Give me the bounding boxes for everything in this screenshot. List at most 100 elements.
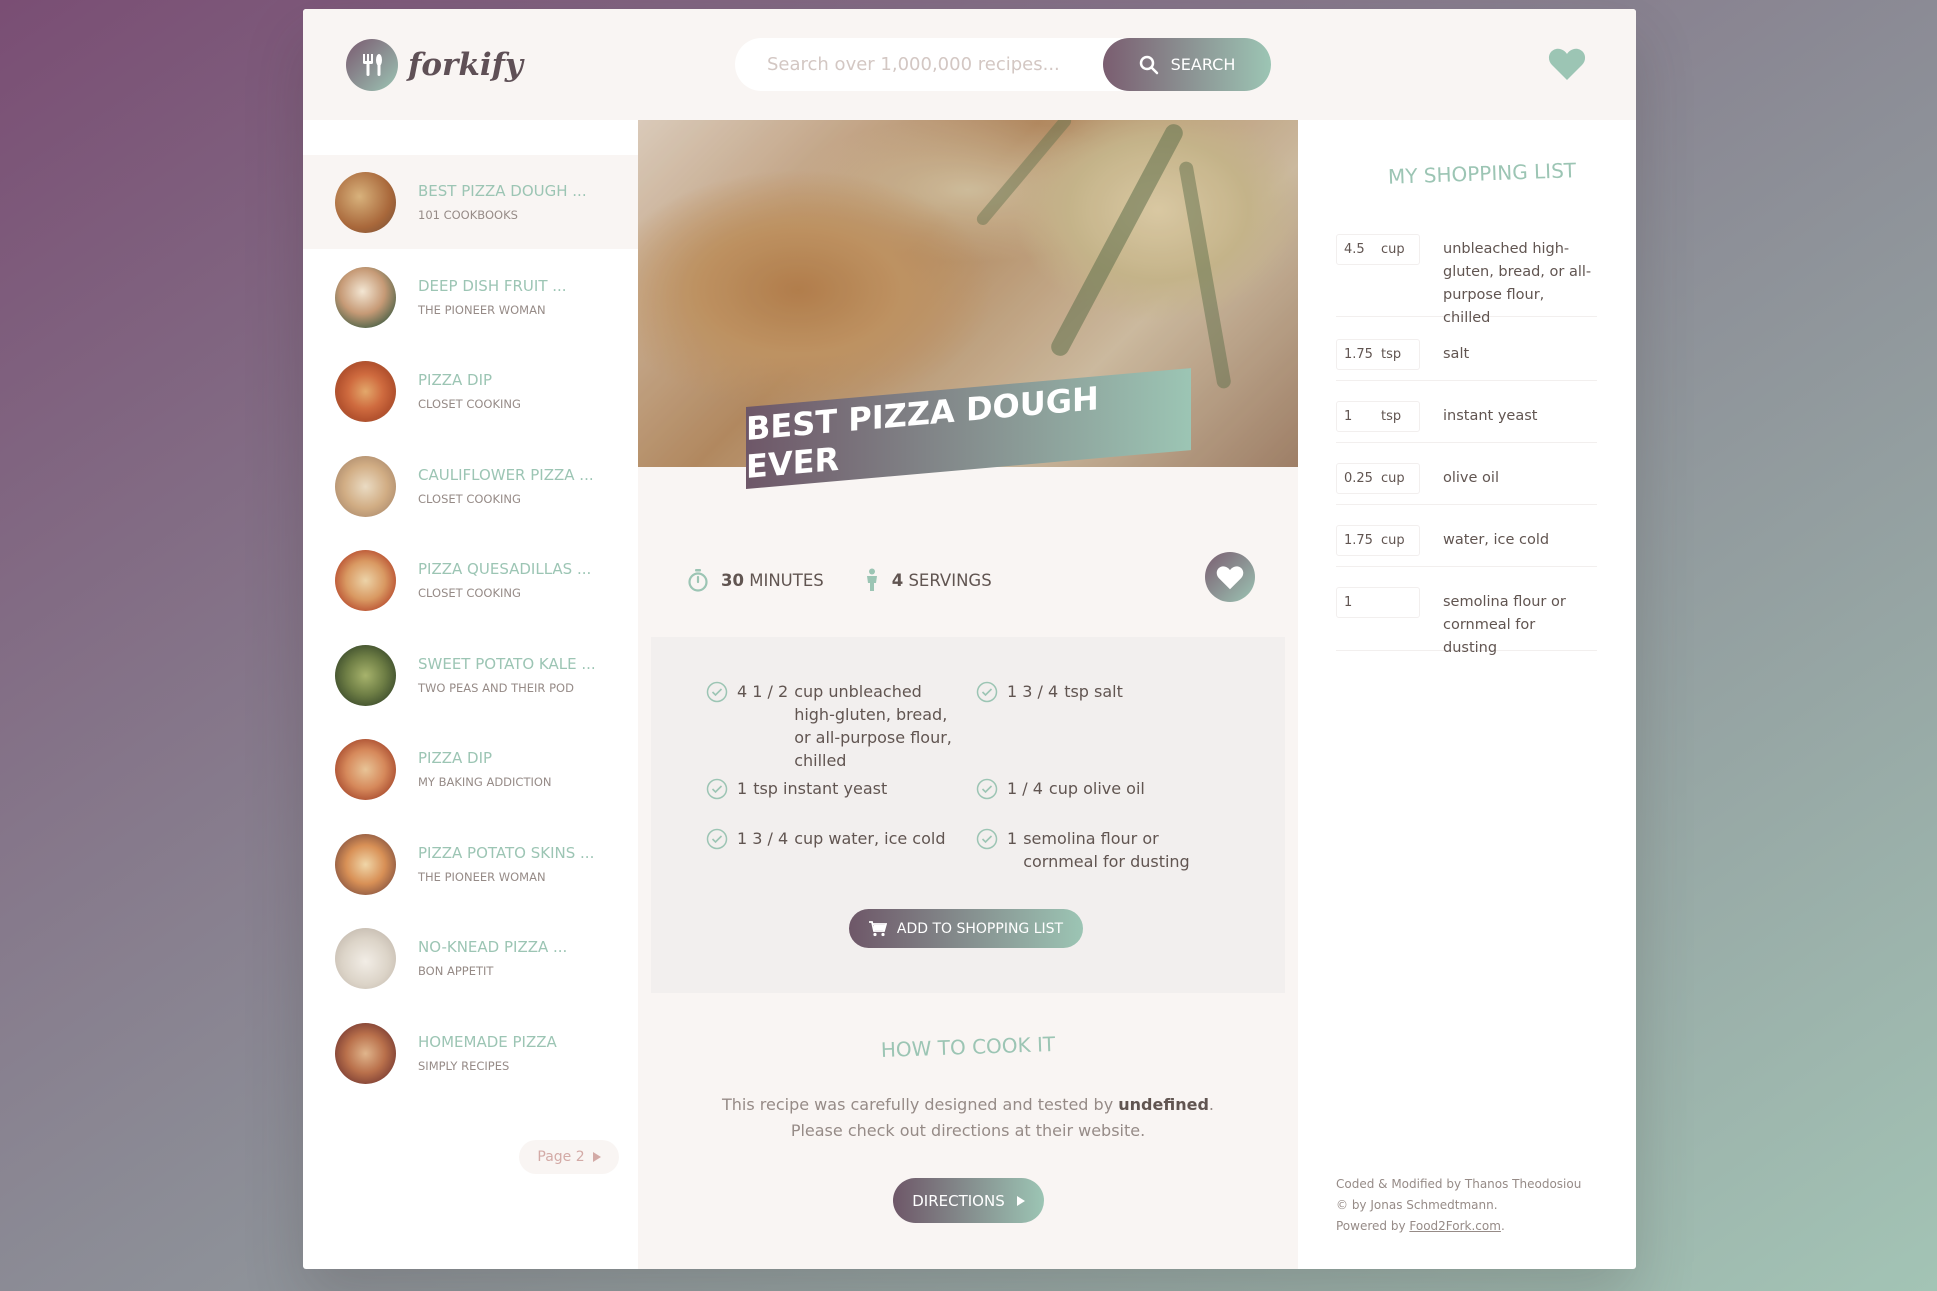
result-thumbnail [335, 927, 396, 989]
directions-text: This recipe was carefully designed and t… [722, 1095, 1214, 1140]
check-circle-icon [976, 681, 998, 703]
shopping-item: tsp salt [1336, 339, 1597, 381]
result-thumbnail [335, 1022, 396, 1084]
search-button-label: SEARCH [1170, 55, 1236, 74]
shopping-item-text: salt [1443, 346, 1470, 362]
cart-icon [868, 920, 887, 936]
result-publisher: 101 COOKBOOKS [418, 208, 518, 222]
likes-heart-icon[interactable] [1548, 47, 1586, 81]
result-item[interactable]: DEEP DISH FRUIT ... THE PIONEER WOMAN [303, 250, 638, 344]
result-title: SWEET POTATO KALE ... [418, 655, 596, 673]
shopping-item-text: unbleached high-gluten, bread, or all-pu… [1443, 241, 1592, 326]
shopping-item-unit: tsp [1381, 409, 1402, 424]
header: forkify SEARCH [303, 9, 1636, 120]
shopping-count-input[interactable] [1337, 533, 1381, 548]
result-thumbnail [335, 738, 396, 800]
copyright-line-2: © by Jonas Schmedtmann. [1336, 1198, 1498, 1212]
shopping-item-unit: tsp [1381, 347, 1402, 362]
next-page-label: Page 2 [537, 1149, 585, 1165]
search-input[interactable] [767, 54, 1087, 75]
shopping-item-count: tsp [1336, 401, 1420, 432]
shopping-item-count: cup [1336, 234, 1420, 265]
stopwatch-icon [688, 569, 708, 592]
result-item[interactable]: HOMEMADE PIZZA SIMPLY RECIPES [303, 1006, 638, 1100]
copyright-line-3: Powered by Food2Fork.com. [1336, 1219, 1505, 1233]
logo[interactable]: forkify [346, 39, 523, 91]
result-title: PIZZA QUESADILLAS ... [418, 560, 592, 578]
recipe-servings-unit: SERVINGS [908, 570, 992, 590]
result-publisher: TWO PEAS AND THEIR POD [418, 681, 574, 695]
recipe-panel: BEST PIZZA DOUGH EVER 30 MINUTES 4 SERVI… [638, 120, 1298, 1269]
like-button[interactable] [1205, 552, 1255, 602]
check-circle-icon [976, 778, 998, 800]
fork-knife-icon [346, 39, 398, 91]
result-title: BEST PIZZA DOUGH ... [418, 182, 587, 200]
shopping-item: cup olive oil [1336, 463, 1597, 505]
result-title: PIZZA POTATO SKINS ... [418, 844, 595, 862]
shopping-item-text: instant yeast [1443, 408, 1538, 424]
shopping-count-input[interactable] [1337, 409, 1381, 424]
result-thumbnail [335, 833, 396, 895]
food2fork-link[interactable]: Food2Fork.com [1409, 1219, 1501, 1233]
directions-button[interactable]: DIRECTIONS [893, 1178, 1044, 1223]
shopping-item-count: tsp [1336, 339, 1420, 370]
shopping-item: cup unbleached high-gluten, bread, or al… [1336, 234, 1597, 326]
triangle-right-icon [1016, 1195, 1025, 1206]
result-thumbnail [335, 455, 396, 517]
result-item[interactable]: PIZZA DIP MY BAKING ADDICTION [303, 722, 638, 816]
shopping-item-unit: cup [1381, 471, 1405, 486]
results-list: BEST PIZZA DOUGH ... 101 COOKBOOKS DEEP … [303, 120, 638, 1269]
ingredient-item: 1 semolina flour or cornmeal for dusting [975, 827, 1193, 873]
ingredient-text: tsp salt [1064, 682, 1123, 701]
result-item[interactable]: PIZZA DIP CLOSET COOKING [303, 344, 638, 438]
shopping-item-count [1336, 587, 1420, 618]
result-item[interactable]: CAULIFLOWER PIZZA ... CLOSET COOKING [303, 439, 638, 533]
result-item[interactable]: PIZZA POTATO SKINS ... THE PIONEER WOMAN [303, 817, 638, 911]
heart-icon [1216, 565, 1244, 589]
result-thumbnail [335, 171, 396, 233]
result-publisher: CLOSET COOKING [418, 586, 521, 600]
shopping-count-input[interactable] [1337, 347, 1381, 362]
triangle-right-icon [592, 1152, 601, 1162]
ingredient-text: tsp instant yeast [753, 779, 888, 798]
result-publisher: THE PIONEER WOMAN [418, 303, 546, 317]
search-icon [1139, 55, 1158, 74]
result-item[interactable]: PIZZA QUESADILLAS ... CLOSET COOKING [303, 533, 638, 627]
recipe-time-value: 30 [721, 570, 744, 590]
search-form: SEARCH [735, 38, 1271, 91]
ingredient-quantity: 1 [737, 779, 748, 798]
directions-button-label: DIRECTIONS [912, 1191, 1005, 1210]
check-circle-icon [976, 828, 998, 850]
ingredient-text: cup unbleached high-gluten, bread, or al… [794, 682, 952, 770]
directions-heading: HOW TO COOK IT [880, 1031, 1056, 1063]
ingredient-item: 4 1 / 2 cup unbleached high-gluten, brea… [705, 680, 964, 772]
result-item[interactable]: BEST PIZZA DOUGH ... 101 COOKBOOKS [303, 155, 638, 249]
shopping-count-input[interactable] [1337, 242, 1381, 257]
copyright: Coded & Modified by Thanos Theodosiou © … [1336, 1174, 1581, 1237]
result-thumbnail [335, 266, 396, 328]
add-to-shopping-list-button[interactable]: ADD TO SHOPPING LIST [849, 909, 1083, 948]
result-publisher: CLOSET COOKING [418, 397, 521, 411]
shopping-item-text: water, ice cold [1443, 532, 1550, 548]
shopping-item: tsp instant yeast [1336, 401, 1597, 443]
person-icon [866, 568, 877, 591]
result-thumbnail [335, 644, 396, 706]
shopping-count-input[interactable] [1337, 595, 1381, 610]
result-publisher: BON APPETIT [418, 964, 494, 978]
result-title: PIZZA DIP [418, 371, 493, 389]
result-publisher: CLOSET COOKING [418, 492, 521, 506]
result-item[interactable]: NO-KNEAD PIZZA ... BON APPETIT [303, 911, 638, 1005]
next-page-button[interactable]: Page 2 [519, 1140, 619, 1174]
result-title: DEEP DISH FRUIT ... [418, 277, 567, 295]
check-circle-icon [706, 681, 728, 703]
shopping-item-count: cup [1336, 525, 1420, 556]
result-thumbnail [335, 360, 396, 422]
shopping-count-input[interactable] [1337, 471, 1381, 486]
ingredient-quantity: 4 1 / 2 [737, 682, 789, 701]
recipe-time: 30 MINUTES [687, 568, 824, 592]
ingredient-quantity: 1 / 4 [1007, 779, 1043, 798]
result-item[interactable]: SWEET POTATO KALE ... TWO PEAS AND THEIR… [303, 628, 638, 722]
search-button[interactable]: SEARCH [1103, 38, 1271, 91]
shopping-item-unit: cup [1381, 533, 1405, 548]
logo-text: forkify [408, 47, 523, 83]
